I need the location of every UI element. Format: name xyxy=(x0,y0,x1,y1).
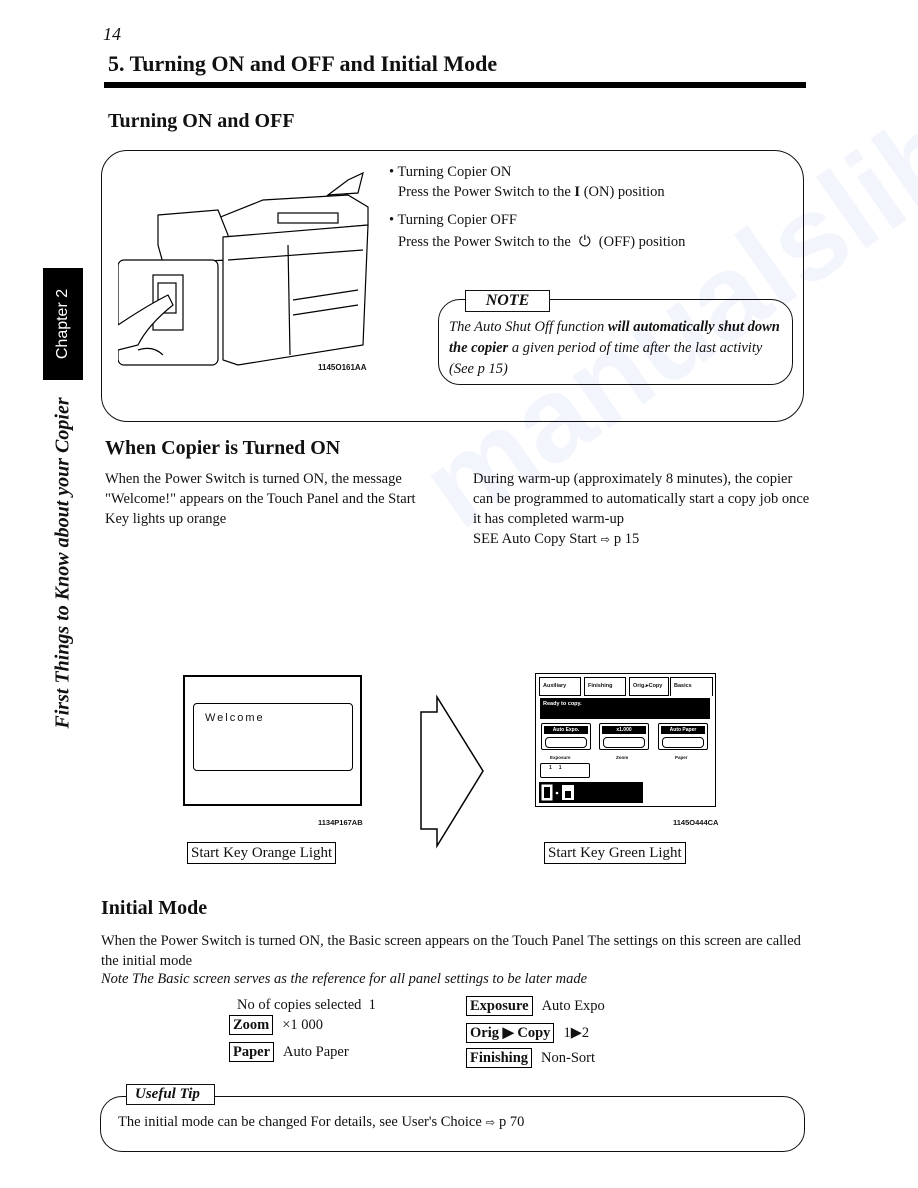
panel-zoom-button[interactable]: x1.000 xyxy=(599,723,649,750)
chapter-tab: Chapter 2 xyxy=(43,268,83,380)
panel-paper-button[interactable]: Auto Paper xyxy=(658,723,708,750)
turned-on-right-paragraph: During warm-up (approximately 8 minutes)… xyxy=(473,471,810,547)
power-icon: ⏻ xyxy=(578,232,591,250)
orig-copy-key: Orig ▶ Copy xyxy=(466,1023,555,1043)
setting-copies: No of copies selected 1 xyxy=(237,997,376,1013)
copier-illustration xyxy=(118,171,369,366)
panel-orig-copy-indicator xyxy=(539,782,643,803)
basic-screen-code: 1145O444CA xyxy=(673,818,719,827)
exposure-key: Exposure xyxy=(466,996,533,1016)
note-text: The Auto Shut Off function will automati… xyxy=(449,319,780,377)
turned-on-left-paragraph: When the Power Switch is turned ON, the … xyxy=(105,471,416,527)
basic-screen-panel: Auxiliary Finishing Orig.▸Copy Basics Re… xyxy=(535,673,716,807)
section-heading-turned-on: When Copier is Turned ON xyxy=(105,437,341,459)
auto-copy-start-ref[interactable]: SEE Auto Copy Start xyxy=(473,531,597,547)
title-rule xyxy=(104,82,806,88)
panel-caption-exposure: Exposure xyxy=(550,755,571,760)
side-title-text: First Things to Know about your Copier xyxy=(51,397,74,729)
copier-body xyxy=(222,224,369,366)
copier-control-panel xyxy=(277,212,339,224)
initial-mode-paragraph: When the Power Switch is turned ON, the … xyxy=(101,933,801,969)
chapter-tab-label: Chapter 2 xyxy=(54,288,71,360)
useful-tip-label: Useful Tip xyxy=(126,1084,215,1105)
note-label: NOTE xyxy=(465,290,550,312)
bullet-turning-off-title: • Turning Copier OFF xyxy=(389,212,517,228)
users-choice-page-ref[interactable]: p 70 xyxy=(499,1114,524,1130)
setting-paper: Paper Auto Paper xyxy=(229,1042,349,1062)
bullet-turning-on-text: Press the Power Switch to the I (ON) pos… xyxy=(398,184,665,200)
setting-zoom: Zoom ×1 000 xyxy=(229,1015,323,1035)
finishing-key: Finishing xyxy=(466,1048,533,1068)
setting-exposure: Exposure Auto Expo xyxy=(466,996,605,1016)
panel-tab-orig-copy[interactable]: Orig.▸Copy xyxy=(629,677,669,696)
welcome-message: Welcome xyxy=(205,712,265,724)
panel-caption-paper: Paper xyxy=(675,755,688,760)
page-title: 5. Turning ON and OFF and Initial Mode xyxy=(108,51,498,76)
bullet-turning-off-text: Press the Power Switch to the ⏻ (OFF) posi… xyxy=(398,232,686,250)
section-heading-initial-mode: Initial Mode xyxy=(101,897,208,919)
illustration-code: 1145O161AA xyxy=(318,363,367,372)
start-key-green-label: Start Key Green Light xyxy=(544,842,686,864)
reference-arrow-icon: ⇨ xyxy=(485,1116,496,1129)
reference-arrow-icon: ⇨ xyxy=(600,533,610,546)
zoom-key: Zoom xyxy=(229,1015,274,1035)
panel-copy-counter: 1 1 xyxy=(540,763,590,778)
panel-caption-zoom: Zoom xyxy=(616,755,629,760)
page-number: 14 xyxy=(103,24,121,44)
original-to-copy-icon xyxy=(541,784,574,801)
welcome-screen-code: 1134P167AB xyxy=(318,818,363,827)
copier-output-tray xyxy=(326,171,364,196)
copier-bypass-unit xyxy=(157,209,229,264)
initial-mode-note: Note The Basic screen serves as the refe… xyxy=(101,971,588,987)
panel-exposure-button[interactable]: Auto Expo. xyxy=(541,723,591,750)
start-key-orange-label: Start Key Orange Light xyxy=(187,842,337,864)
right-arrow-icon xyxy=(420,694,484,849)
panel-status-message: Ready to copy. xyxy=(540,698,710,719)
panel-tab-auxiliary[interactable]: Auxiliary xyxy=(539,677,581,696)
useful-tip-text: The initial mode can be changed For deta… xyxy=(118,1114,525,1130)
setting-finishing: Finishing Non-Sort xyxy=(466,1048,595,1068)
panel-tab-basics[interactable]: Basics xyxy=(670,677,713,696)
section-heading-on-off: Turning ON and OFF xyxy=(108,110,295,132)
bullet-turning-on-title: • Turning Copier ON xyxy=(389,164,512,180)
setting-orig-copy: Orig ▶ Copy 1▶2 xyxy=(466,1023,589,1043)
side-title: First Things to Know about your Copier xyxy=(40,393,86,733)
paper-key: Paper xyxy=(229,1042,275,1062)
panel-tab-finishing[interactable]: Finishing xyxy=(584,677,626,696)
